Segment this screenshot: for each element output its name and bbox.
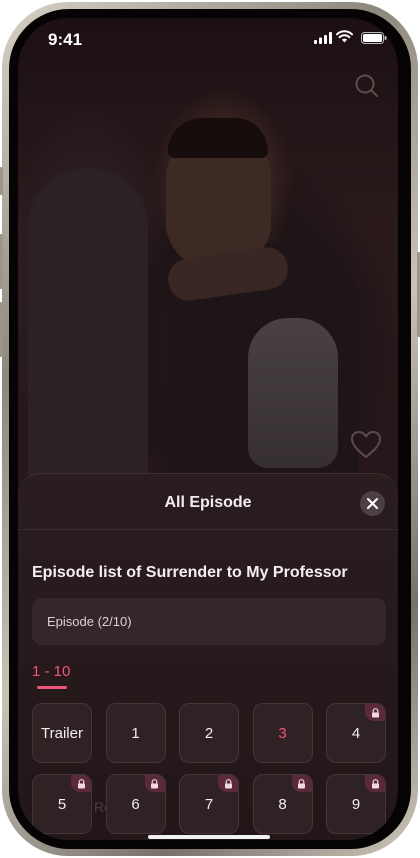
poster-shirt-emblem <box>248 318 338 468</box>
episode-progress-field[interactable]: Episode (2/10) <box>32 598 386 645</box>
lock-icon <box>144 775 165 792</box>
episode-button[interactable]: 2 <box>179 703 239 763</box>
heart-icon <box>351 431 381 458</box>
lock-icon <box>71 775 91 792</box>
episode-label: 4 <box>351 724 361 742</box>
cellular-signal-icon <box>314 32 332 44</box>
episode-label: Trailer <box>41 724 83 742</box>
episode-button[interactable]: 3 <box>252 703 313 763</box>
episode-label: 6 <box>131 795 140 813</box>
episode-list-title: Episode list of Surrender to My Professo… <box>32 564 348 581</box>
silent-switch <box>0 167 3 195</box>
episode-label: 7 <box>204 795 214 813</box>
close-icon <box>367 498 378 509</box>
episode-button[interactable]: 1 <box>105 703 166 763</box>
tab-range-1-10[interactable]: 1 - 10 <box>32 663 70 680</box>
volume-up-button <box>0 234 3 289</box>
episode-label: 5 <box>57 795 67 813</box>
range-tab-underline <box>37 686 67 689</box>
battery-icon <box>361 32 387 44</box>
episode-button[interactable]: 7 <box>179 774 239 834</box>
search-icon <box>355 74 378 97</box>
status-time: 9:41 <box>48 30 83 49</box>
screen: 9:41 All Episode Episode list of Surrend… <box>18 18 398 840</box>
episode-label: 1 <box>131 724 140 742</box>
poster-figure-left <box>28 168 148 508</box>
sheet-divider <box>18 529 398 530</box>
lock-icon <box>365 704 385 721</box>
episode-label: 2 <box>204 724 214 742</box>
poster-image <box>18 18 398 538</box>
home-indicator[interactable] <box>148 835 270 839</box>
episode-button[interactable]: Trailer <box>32 703 92 763</box>
episode-button[interactable]: 8 <box>252 774 313 834</box>
episode-button[interactable]: 5 <box>32 774 92 834</box>
volume-down-button <box>0 302 3 357</box>
lock-icon <box>218 775 238 792</box>
episode-button[interactable]: 4 <box>326 703 386 763</box>
episode-progress-label: Episode (2/10) <box>47 614 132 629</box>
lock-icon <box>291 775 312 792</box>
episode-label: 8 <box>278 795 287 813</box>
episode-label: 3 <box>278 724 287 742</box>
close-button[interactable] <box>360 491 385 516</box>
status-bar: 9:41 <box>18 18 398 62</box>
lock-icon <box>365 775 385 792</box>
all-episode-sheet: All Episode Episode list of Surrender to… <box>18 473 398 840</box>
poster-figure-hair <box>168 118 268 158</box>
favorite-button[interactable] <box>350 430 382 464</box>
episode-label: 9 <box>351 795 361 813</box>
episode-button[interactable]: 9 <box>326 774 386 834</box>
episode-button[interactable]: 6 <box>105 774 166 834</box>
search-button[interactable] <box>354 73 380 103</box>
wifi-icon <box>336 30 353 43</box>
sheet-title: All Episode <box>164 494 252 511</box>
